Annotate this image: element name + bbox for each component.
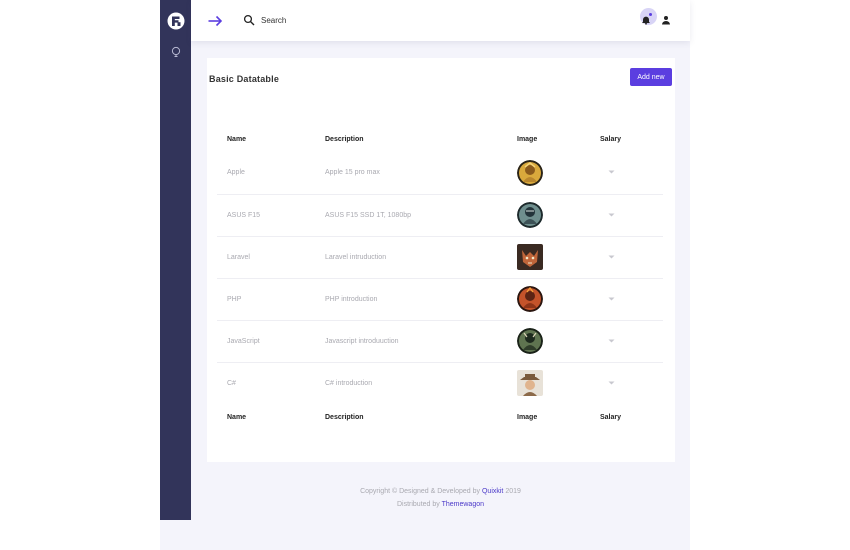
chevron-down-icon[interactable] [608, 170, 615, 174]
cell-salary [590, 152, 663, 195]
table-row[interactable]: ASUS F15 ASUS F15 SSD 1T, 1080bp [217, 194, 663, 237]
distribution-line: Distributed by Themewagon [191, 501, 690, 508]
themewagon-link[interactable]: Themewagon [442, 501, 484, 508]
user-icon[interactable] [661, 15, 671, 25]
copyright-year: 2019 [505, 488, 521, 495]
cell-image [507, 236, 590, 279]
app-shell: Basic Datatable Add new Name Description… [160, 0, 690, 520]
armored-knight-avatar [517, 202, 543, 228]
quixkit-link[interactable]: Quixkit [482, 488, 503, 495]
table-row[interactable]: PHP PHP introduction [217, 278, 663, 321]
column-header-name[interactable]: Name [217, 126, 315, 152]
table-row[interactable]: Laravel Laravel intruduction [217, 236, 663, 279]
cell-name: C# [227, 379, 236, 387]
column-footer-image: Image [517, 413, 538, 421]
cowboy-character-avatar [517, 370, 543, 397]
cell-salary [590, 320, 663, 363]
cell-description: Javascript introduuction [315, 320, 507, 363]
page-footer: Copyright © Designed & Developed by Quix… [191, 478, 690, 520]
fox-character-avatar [517, 244, 543, 270]
copyright-text: Copyright © Designed & Developed by [360, 488, 481, 495]
sidebar-toggle-arrow-icon[interactable] [207, 13, 223, 29]
cell-description: C# introduction [325, 379, 373, 387]
golden-warrior-avatar [517, 159, 543, 186]
top-header [191, 0, 690, 41]
cell-name: JavaScript [217, 320, 315, 363]
datatable-card: Basic Datatable Add new Name Description… [207, 58, 675, 462]
table-row[interactable]: Apple Apple 15 pro max [217, 152, 663, 195]
column-header-description[interactable]: Description [315, 126, 507, 152]
table-footer-row: Name Description Image Salary [217, 404, 663, 430]
cell-salary [590, 236, 663, 279]
fire-warrior-avatar [517, 286, 543, 312]
card-title: Basic Datatable [209, 74, 280, 84]
bell-icon[interactable] [641, 15, 651, 25]
cell-image [507, 152, 590, 195]
cell-image [507, 362, 590, 404]
cell-salary [590, 278, 663, 321]
chevron-down-icon[interactable] [608, 381, 615, 385]
cell-name: PHP [217, 278, 315, 321]
brand-logo-icon[interactable] [167, 12, 185, 30]
chevron-down-icon[interactable] [608, 213, 615, 217]
sidebar [160, 0, 191, 520]
table-header-row: Name Description Image Salary [217, 126, 663, 152]
chevron-down-icon[interactable] [608, 255, 615, 259]
copyright-line: Copyright © Designed & Developed by Quix… [191, 488, 690, 495]
basic-datatable: Name Description Image Salary Apple Appl… [217, 126, 663, 430]
column-footer-name: Name [227, 413, 247, 421]
cell-image [507, 320, 590, 363]
cell-description: Laravel intruduction [315, 236, 507, 279]
search-input[interactable] [261, 12, 401, 28]
table-row[interactable]: JavaScript Javascript introduuction [217, 320, 663, 363]
dashboard-icon[interactable] [170, 46, 182, 58]
column-header-image[interactable]: Image [507, 126, 590, 152]
cell-description: PHP introduction [315, 278, 507, 321]
column-footer-salary: Salary [600, 413, 622, 421]
search-icon[interactable] [243, 14, 255, 26]
cell-salary [590, 362, 663, 404]
cell-name: Laravel [217, 236, 315, 279]
cell-salary [590, 194, 663, 237]
column-header-salary[interactable]: Salary [590, 126, 663, 152]
dark-warrior-avatar [517, 328, 543, 354]
page-background-strip [160, 520, 690, 550]
column-footer-description: Description [325, 413, 364, 421]
chevron-down-icon[interactable] [608, 339, 615, 343]
distributed-by-text: Distributed by [396, 501, 440, 508]
cell-image [507, 194, 590, 237]
chevron-down-icon[interactable] [608, 297, 615, 301]
table-row[interactable]: C# C# introduction [217, 362, 663, 404]
cell-name: ASUS F15 [217, 194, 315, 237]
cell-description: Apple 15 pro max [315, 152, 507, 195]
cell-description: ASUS F15 SSD 1T, 1080bp [315, 194, 507, 237]
add-new-button[interactable]: Add new [630, 68, 672, 86]
cell-image [507, 278, 590, 321]
cell-name: Apple [217, 152, 315, 195]
